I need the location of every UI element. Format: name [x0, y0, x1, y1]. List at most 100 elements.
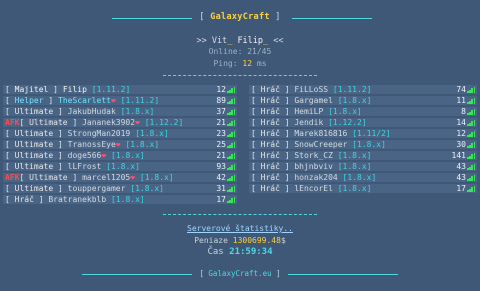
server-stats-link[interactable]: Serverové štatistiky.. [187, 224, 293, 233]
online-count: Online: 21/45 [208, 47, 272, 56]
ping-value: 8 [461, 107, 466, 116]
player-name: Stork_CZ [294, 151, 333, 160]
ping-bars-icon [467, 185, 476, 192]
rank-tag: [ Hráč ] [251, 173, 295, 182]
rank-tag: [ Ultimate ] [19, 173, 83, 182]
table-row[interactable]: AFK[ Ultimate ] marcel1205❤ [1.8.x] 42 [3, 172, 237, 183]
ping-cell: 74 [456, 84, 476, 95]
afk-badge: AFK [5, 118, 20, 127]
table-row[interactable]: [ Ultimate ] StrongMan2019 [1.8.x] 23 [3, 128, 237, 139]
client-version: [1.8.x] [130, 184, 164, 193]
rank-tag: [ Hráč ] [251, 140, 295, 149]
player-name: SnowCreeper [294, 140, 348, 149]
player-name: Marek816816 [294, 129, 348, 138]
table-row[interactable]: [ Majitel ] Filip [1.11.2] 12 [3, 84, 237, 95]
client-version: [1.8.x] [120, 107, 155, 116]
ping-bars-icon [227, 141, 236, 148]
ping-bars-icon [227, 174, 236, 181]
ping-bars-icon [467, 108, 476, 115]
table-row[interactable]: [ Hráč ] Marek816816 [1.11/2] 12 [249, 128, 477, 139]
client-version-value: 1.11.2 [337, 85, 367, 94]
ping-value: 89 [216, 96, 226, 105]
client-version-value: 1.8.x [115, 195, 140, 204]
client-version-value: 1.8.x [332, 107, 358, 116]
ping-value: 12 [216, 85, 226, 94]
ping-cell: 141 [452, 150, 476, 161]
ping-value: 31 [216, 184, 226, 193]
rank-tag: [ Ultimate ] [5, 140, 68, 149]
ping-bars-icon [467, 163, 476, 170]
table-row[interactable]: [ Ultimate ] lLFrost [1.8.x] 93 [3, 161, 237, 172]
ping-value: 93 [216, 162, 226, 171]
rank-label: Ultimate [29, 173, 68, 182]
player-name: JakubHudak [67, 107, 116, 116]
ping-cell: 42 [216, 172, 236, 183]
player-entry: [ Hráč ] HemiLP [1.8.x] [251, 106, 362, 117]
player-list: [ Majitel ] Filip [1.11.2] 12[ Helper ] T… [3, 84, 477, 210]
ping-value: 25 [216, 140, 226, 149]
table-row[interactable]: [ Hráč ] Bratranekblb [1.8.x] 17 [3, 194, 237, 205]
ping-value: 17 [456, 184, 466, 193]
rank-tag: [ Helper ] [5, 96, 58, 105]
table-row[interactable]: [ Hráč ] lEncorEl [1.8.x] 17 [249, 183, 477, 194]
rank-label: Ultimate [14, 162, 54, 171]
ping-bars-icon [467, 119, 476, 126]
table-row[interactable]: [ Ultimate ] JakubHudak [1.8.x] 37 [3, 106, 237, 117]
table-row[interactable]: [ Helper ] TheScarlett❤ [1.11.2] 89 [3, 95, 237, 106]
table-row[interactable]: [ Hráč ] bhjnbviv [1.8.x] 43 [249, 161, 477, 172]
ping-bars-icon [227, 152, 236, 159]
client-version-value: 1.11/2 [357, 129, 386, 138]
welcome-username: Filip [237, 36, 264, 46]
player-entry: [ Ultimate ] touppergamer [1.8.x] [5, 183, 164, 194]
client-version: [1.8.x] [337, 184, 372, 193]
ping-bars-icon [467, 86, 476, 93]
ping-bars-icon [467, 97, 476, 104]
table-row[interactable]: [ Hráč ] honzak204 [1.8.x] 43 [249, 172, 477, 183]
table-row[interactable]: [ Ultimate ] touppergamer [1.8.x] 31 [3, 183, 237, 194]
client-version-value: 1.8.x [342, 162, 367, 171]
player-name: TheScarlett [58, 96, 111, 105]
client-version: [1.8.x] [139, 173, 174, 182]
table-row[interactable]: [ Hráč ] HemiLP [1.8.x] 8 [249, 106, 477, 117]
player-entry: [ Hráč ] lEncorEl [1.8.x] [251, 183, 371, 194]
table-row[interactable]: [ Hráč ] SnowCreeper [1.8.x] 30 [249, 139, 477, 150]
table-row[interactable]: [ Hráč ] Gargamel [1.8.x] 11 [249, 95, 477, 106]
rank-label: Hráč [260, 118, 280, 127]
table-row[interactable]: [ Ultimate ] doge566❤ [1.8.x] 21 [3, 150, 237, 161]
rank-tag: [ Hráč ] [251, 184, 295, 193]
player-entry: AFK[ Ultimate ] Jananek3902❤ [1.12.2] [5, 117, 183, 128]
ping-value: 141 [451, 151, 466, 160]
rank-tag: [ Hráč ] [251, 162, 295, 171]
ping-cell: 21 [216, 117, 236, 128]
table-row[interactable]: [ Hráč ] Stork_CZ [1.8.x] 141 [249, 150, 477, 161]
rank-tag: [ Ultimate ] [19, 118, 83, 127]
table-row[interactable]: [ Hráč ] FiLLoSS [1.11.2] 74 [249, 84, 477, 95]
table-row[interactable]: [ Hráč ] Jendik [1.12.2] 14 [249, 117, 477, 128]
player-column-right: [ Hráč ] FiLLoSS [1.11.2] 74[ Hráč ] Garg… [249, 84, 477, 194]
ping-cell: 37 [216, 106, 236, 117]
player-name: FiLLoSS [294, 85, 329, 94]
ping-cell: 93 [216, 161, 236, 172]
rank-label: Hráč [260, 96, 280, 105]
table-row[interactable]: [ Ultimate ] TranossEye❤ [1.8.x] 25 [3, 139, 237, 150]
footer-brand-name: GalaxyCraft.eu [208, 269, 272, 278]
ping-readout: Ping: 12 ms [213, 59, 267, 68]
ping-bars-icon [227, 86, 236, 93]
rank-tag: [ Hráč ] [251, 96, 295, 105]
ping-bars-icon [227, 163, 236, 170]
client-version-value: 1.8.x [115, 151, 140, 160]
heart-icon: ❤ [135, 118, 140, 127]
player-entry: [ Hráč ] SnowCreeper [1.8.x] [251, 139, 386, 150]
rank-tag: [ Ultimate ] [5, 184, 68, 193]
rank-label: Hráč [260, 151, 280, 160]
client-version: [1.11.2] [91, 85, 131, 94]
ping-cell: 14 [456, 117, 476, 128]
player-name: TranossEye [67, 140, 116, 149]
heart-icon: ❤ [110, 96, 116, 105]
player-name: doge566 [67, 151, 102, 160]
ping-value: 74 [456, 85, 466, 94]
ping-cell: 31 [216, 183, 236, 194]
player-entry: [ Hráč ] Stork_CZ [1.8.x] [251, 150, 371, 161]
rank-label: Hráč [14, 195, 34, 204]
table-row[interactable]: AFK[ Ultimate ] Jananek3902❤ [1.12.2] 21 [3, 117, 237, 128]
